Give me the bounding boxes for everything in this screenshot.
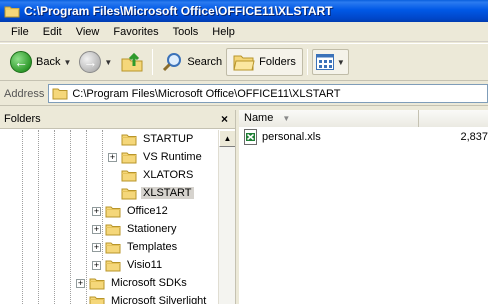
column-header-name[interactable]: Name ▼	[239, 110, 419, 127]
name-column-label: Name	[244, 112, 274, 124]
close-icon[interactable]: ×	[218, 112, 231, 126]
address-label: Address	[4, 87, 45, 100]
expand-icon[interactable]: +	[92, 242, 101, 252]
tree-item-label: XLATORS	[143, 169, 194, 181]
file-row[interactable]: personal.xls 2,837	[243, 129, 488, 145]
up-folder-icon	[120, 51, 144, 73]
toolbar-separator	[152, 49, 154, 75]
menu-favorites[interactable]: Favorites	[106, 22, 165, 42]
file-name: personal.xls	[262, 131, 321, 143]
folder-icon	[105, 259, 121, 272]
tree-item[interactable]: + Stationery	[92, 220, 179, 238]
tree-item[interactable]: STARTUP	[108, 130, 195, 148]
scroll-up-arrow-icon[interactable]: ▲	[219, 130, 235, 147]
folder-tree: STARTUP + VS Runtime XLATORS XLSTART + Office1…	[0, 130, 218, 304]
tree-item-label: STARTUP	[143, 133, 194, 145]
folder-icon	[105, 205, 121, 218]
tree-item[interactable]: + Visio11	[92, 256, 164, 274]
folder-icon	[105, 223, 121, 236]
tree-item-label: XLSTART	[141, 187, 194, 199]
address-bar: Address C:\Program Files\Microsoft Offic…	[0, 82, 488, 106]
forward-button[interactable]: → ▼	[75, 47, 116, 77]
back-button[interactable]: ← Back ▼	[6, 47, 75, 77]
toolbar-separator	[306, 49, 308, 75]
address-input[interactable]: C:\Program Files\Microsoft Office\OFFICE…	[48, 84, 488, 103]
menu-edit[interactable]: Edit	[36, 22, 69, 42]
search-button[interactable]: Search	[157, 47, 226, 77]
sort-arrow-icon: ▼	[282, 114, 291, 123]
views-button[interactable]: ▼	[311, 49, 349, 75]
up-folder-button[interactable]	[116, 47, 148, 77]
tree-item-label: Microsoft SDKs	[111, 277, 187, 289]
window-title: C:\Program Files\Microsoft Office\OFFICE…	[24, 4, 333, 18]
folders-icon	[233, 52, 255, 72]
tree-guide-line	[38, 130, 39, 304]
views-dropdown-icon[interactable]: ▼	[337, 58, 345, 67]
folder-icon	[52, 87, 68, 100]
expand-icon[interactable]: +	[92, 206, 101, 216]
folder-icon	[105, 241, 121, 254]
folder-icon	[89, 295, 105, 304]
file-list-pane: Name ▼ personal.xls 2,837	[239, 110, 488, 304]
forward-dropdown-icon[interactable]: ▼	[104, 58, 112, 67]
tree-item-label: Microsoft Silverlight	[111, 295, 207, 304]
folders-pane-title: Folders	[4, 113, 41, 125]
folder-icon	[4, 4, 20, 18]
tree-guide-line	[22, 130, 23, 304]
folder-icon	[121, 187, 137, 200]
folders-button[interactable]: Folders	[226, 48, 303, 76]
folder-icon	[121, 169, 137, 182]
file-size: 2,837	[460, 131, 488, 143]
search-icon	[161, 51, 183, 73]
tree-item[interactable]: + Office12	[92, 202, 170, 220]
menu-help[interactable]: Help	[205, 22, 242, 42]
address-value: C:\Program Files\Microsoft Office\OFFICE…	[72, 87, 341, 100]
column-header-row: Name ▼	[239, 110, 488, 127]
folder-icon	[89, 277, 105, 290]
tree-item-label: VS Runtime	[143, 151, 202, 163]
toolbar: ← Back ▼ → ▼ Search Folders ▼	[0, 43, 488, 81]
tree-item[interactable]: + Microsoft SDKs	[76, 274, 189, 292]
tree-item-label: Visio11	[127, 259, 163, 271]
expand-icon[interactable]: +	[92, 224, 101, 234]
expand-icon[interactable]: +	[92, 260, 101, 270]
back-dropdown-icon[interactable]: ▼	[63, 58, 71, 67]
menu-tools[interactable]: Tools	[166, 22, 206, 42]
tree-item[interactable]: + VS Runtime	[108, 148, 204, 166]
folders-pane-header: Folders ×	[0, 110, 235, 129]
search-label: Search	[187, 56, 223, 68]
folders-label: Folders	[259, 56, 296, 68]
tree-item[interactable]: XLSTART	[108, 184, 194, 202]
folder-icon	[121, 151, 137, 164]
tree-item-label: Office12	[127, 205, 168, 217]
menu-file[interactable]: File	[4, 22, 36, 42]
menu-bar: File Edit View Favorites Tools Help	[0, 22, 488, 42]
folders-pane: Folders × STARTUP + VS Runtime XLATORS XLSTA…	[0, 110, 236, 304]
tree-item-label: Stationery	[127, 223, 177, 235]
tree-guide-line	[70, 130, 71, 304]
tree-item[interactable]: + Templates	[92, 238, 179, 256]
forward-arrow-icon: →	[79, 51, 102, 73]
back-label: Back	[36, 56, 61, 68]
tree-guide-line	[54, 130, 55, 304]
tree-scrollbar[interactable]: ▲	[218, 130, 235, 304]
expand-icon[interactable]: +	[108, 152, 117, 162]
excel-file-icon	[243, 129, 259, 145]
folder-icon	[121, 133, 137, 146]
expand-icon[interactable]: +	[76, 278, 85, 288]
tree-item-label: Templates	[127, 241, 178, 253]
title-bar[interactable]: C:\Program Files\Microsoft Office\OFFICE…	[0, 0, 488, 22]
tree-item[interactable]: Microsoft Silverlight	[76, 292, 208, 304]
views-grid-icon	[315, 54, 334, 70]
menu-view[interactable]: View	[69, 22, 107, 42]
column-header-size[interactable]	[419, 110, 488, 127]
back-arrow-icon: ←	[10, 51, 32, 73]
tree-item[interactable]: XLATORS	[108, 166, 195, 184]
